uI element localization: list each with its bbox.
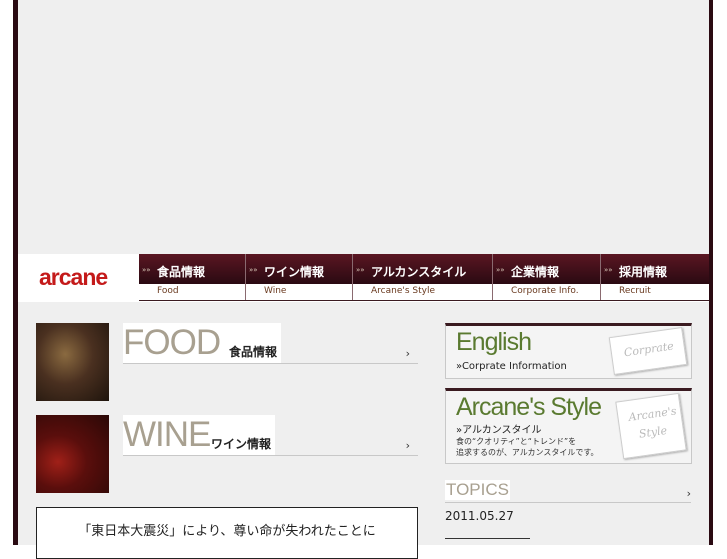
nav-item-label: 企業情報 [511, 265, 560, 279]
nav-item-wine[interactable]: »» ワイン情報 Wine [246, 254, 353, 301]
food-heading-jp: 食品情報 [229, 345, 278, 359]
notice-text: 「東日本大震災」により、尊い命が失われたことに [78, 524, 376, 539]
food-photo[interactable] [36, 323, 109, 401]
nav-item-label: 採用情報 [619, 265, 668, 279]
arrow-icon: »» [356, 266, 365, 274]
arrow-icon: »» [249, 266, 258, 274]
banner-title: English [456, 328, 532, 356]
nav-item-sublabel: Food [157, 286, 179, 296]
chevron-right-icon: › [405, 439, 410, 452]
wine-section-link[interactable]: WINE ワイン情報 › [123, 415, 418, 456]
food-section-link[interactable]: FOOD 食品情報 › [123, 323, 418, 364]
nav-item-label: アルカンスタイル [371, 265, 467, 279]
chevron-right-icon: › [405, 347, 410, 360]
nav-item-corporate[interactable]: »» 企業情報 Corporate Info. [493, 254, 601, 301]
english-banner[interactable]: English »Corprate Information Corprate [445, 323, 692, 379]
topic-divider [445, 538, 530, 539]
wine-photo[interactable] [36, 415, 109, 493]
banner-subtitle: »Corprate Information [456, 361, 567, 372]
logo-text: arcane [39, 264, 108, 290]
card-image: Arcane's Style [615, 392, 687, 460]
nav-item-sublabel: Wine [264, 286, 287, 296]
left-margin [0, 0, 13, 545]
nav-item-recruit[interactable]: »» 採用情報 Recruit [601, 254, 709, 301]
nav-item-sublabel: Arcane's Style [371, 286, 435, 296]
topics-header: TOPICS › [445, 480, 691, 503]
logo[interactable]: arcane [18, 254, 139, 300]
banner-subtitle: »アルカンスタイル [456, 425, 542, 436]
arrow-icon: »» [142, 266, 151, 274]
arcane-style-banner[interactable]: Arcane's Style »アルカンスタイル 食の“クオリティ”と“トレンド… [445, 388, 692, 464]
nav-item-sublabel: Recruit [619, 286, 651, 296]
main-content: FOOD 食品情報 › WINE ワイン情報 › 「東日本大震災」により、尊い命… [18, 302, 709, 559]
nav-item-sublabel: Corporate Info. [511, 286, 579, 296]
nav-item-food[interactable]: »» 食品情報 Food [139, 254, 246, 301]
hero-area [18, 0, 709, 254]
nav-item-label: 食品情報 [157, 265, 206, 279]
banner-description: 食の“クオリティ”と“トレンド”を 追求するのが、アルカンスタイルです。 [456, 437, 599, 457]
earthquake-notice: 「東日本大震災」により、尊い命が失われたことに [36, 507, 418, 559]
chevron-right-icon[interactable]: › [687, 487, 691, 500]
right-margin [713, 0, 727, 545]
food-heading: FOOD [123, 323, 221, 362]
wine-heading: WINE [123, 415, 211, 454]
arrow-icon: »» [604, 266, 613, 274]
global-nav: arcane »» 食品情報 Food »» ワイン情報 Wine »» アルカ… [18, 254, 709, 301]
topic-date: 2011.05.27 [445, 509, 514, 523]
nav-item-style[interactable]: »» アルカンスタイル Arcane's Style [353, 254, 493, 301]
banner-title: Arcane's Style [456, 393, 602, 421]
nav-item-label: ワイン情報 [264, 265, 325, 279]
topics-title: TOPICS [445, 480, 510, 500]
card-image: Corprate [608, 327, 688, 375]
wine-heading-jp: ワイン情報 [211, 437, 272, 451]
arrow-icon: »» [496, 266, 505, 274]
